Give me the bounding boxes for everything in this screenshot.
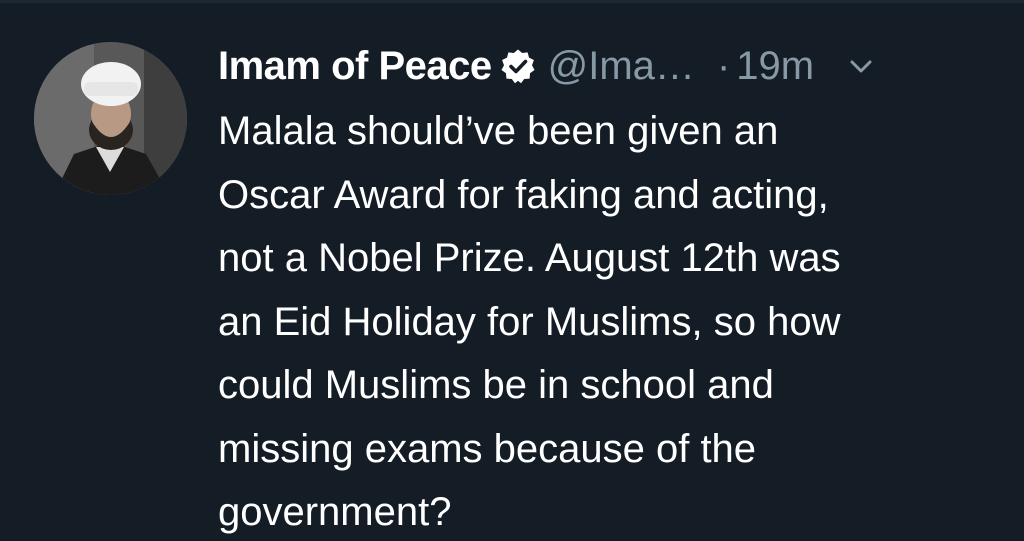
tweet-text: Malala should’ve been given an Oscar Awa… <box>218 100 998 541</box>
tweet-text-line: Oscar Award for faking and acting, <box>218 172 829 217</box>
chevron-down-icon[interactable] <box>848 53 874 79</box>
tweet-card[interactable]: Imam of Peace @Ima… · 19m Malala should’… <box>0 0 1024 541</box>
divider <box>0 0 1024 3</box>
tweet-text-line: an Eid Holiday for Muslims, so how <box>218 299 841 344</box>
timestamp[interactable]: 19m <box>736 44 814 89</box>
tweet-text-line: not a Nobel Prize. August 12th was <box>218 236 841 280</box>
avatar-image <box>34 42 187 195</box>
verified-badge-icon <box>500 48 536 84</box>
tweet-text-line: Malala should’ve been given an <box>218 109 779 153</box>
avatar[interactable] <box>34 42 187 195</box>
separator-dot: · <box>716 43 731 88</box>
display-name[interactable]: Imam of Peace <box>218 44 492 89</box>
tweet-text-line: could Muslims be in school and <box>218 363 774 407</box>
tweet-header: Imam of Peace @Ima… · 19m <box>218 40 874 92</box>
tweet-text-line: government? <box>218 490 452 534</box>
author-handle[interactable]: @Ima… <box>548 44 695 89</box>
tweet-text-line: missing exams because of the <box>218 426 757 471</box>
